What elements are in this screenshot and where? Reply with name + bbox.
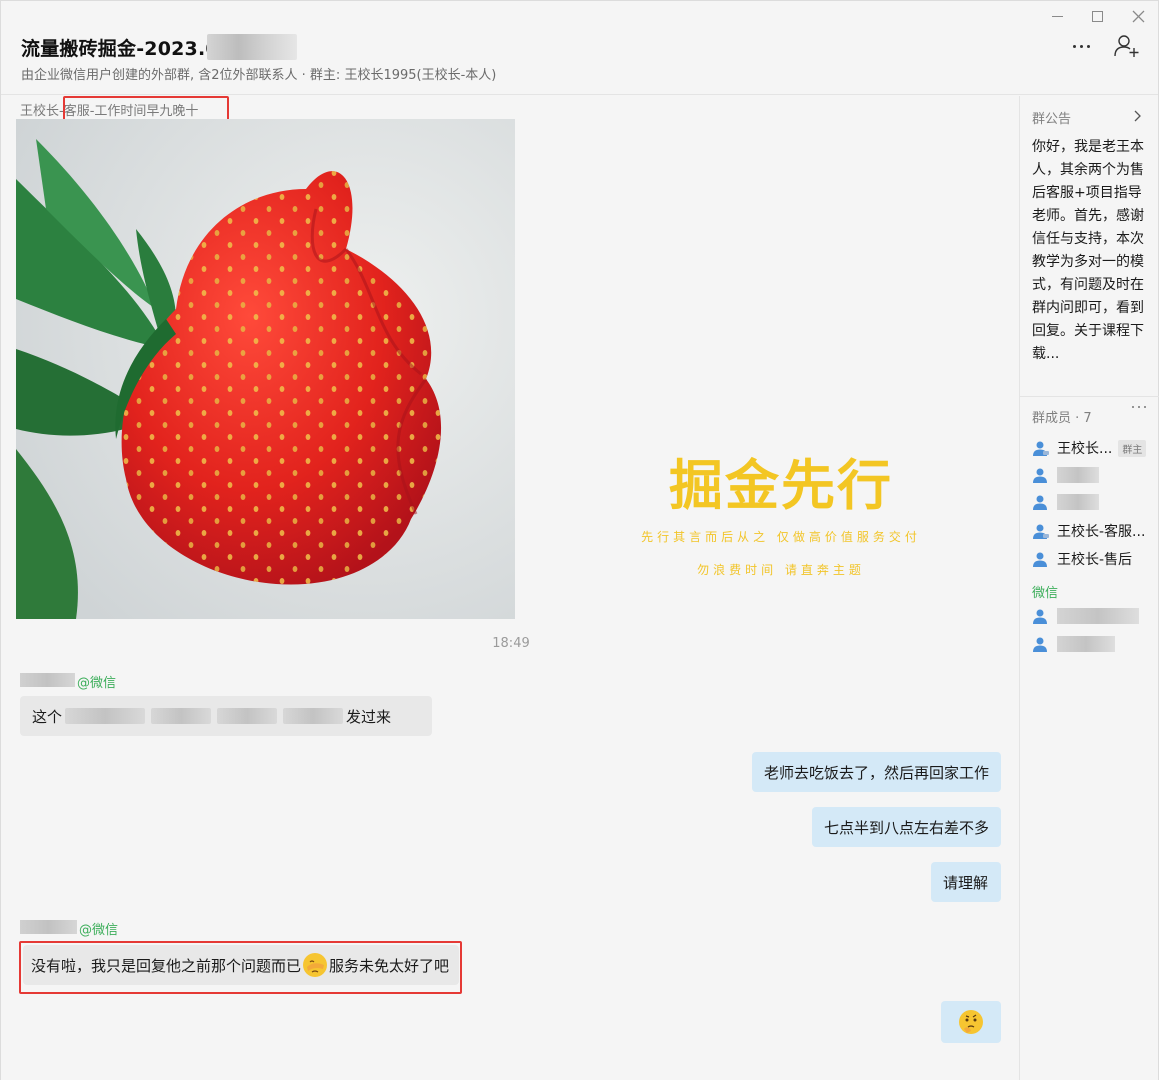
- add-person-icon: [1114, 35, 1139, 57]
- outgoing-message[interactable]: 请理解: [931, 862, 1001, 902]
- member-item[interactable]: 王校长... 群主: [1032, 437, 1156, 459]
- group-notice-text[interactable]: 你好，我是老王本人，其余两个为售后客服+项目指导老师。首先，感谢信任与支持，本次…: [1032, 136, 1144, 366]
- members-more-button[interactable]: [1130, 406, 1148, 408]
- close-button[interactable]: [1119, 5, 1157, 27]
- redacted-member-name: [1057, 608, 1139, 624]
- minimize-icon: [1051, 15, 1063, 17]
- thinking-emoji-icon: [959, 1010, 983, 1034]
- wechat-members-label: 微信: [1032, 586, 1059, 601]
- redacted-sender-name: [20, 920, 77, 934]
- redacted-text: [151, 708, 212, 724]
- chat-subtitle: 由企业微信用户创建的外部群, 含2位外部联系人 · 群主: 王校长1995(王校…: [21, 68, 497, 83]
- message-list[interactable]: 王校长-客服-工作时间早九晚十 掘金先行 先行其言而后从之 仅做高价值服务交付 …: [1, 96, 1019, 1080]
- person-admin-icon: [1033, 524, 1049, 539]
- annotation-box: [19, 941, 462, 994]
- member-item[interactable]: [1032, 464, 1156, 486]
- redacted-member-name: [1057, 636, 1115, 652]
- watermark-note: 勿浪费时间 请直奔主题: [697, 563, 865, 577]
- member-item[interactable]: [1032, 605, 1156, 627]
- divider: [1020, 396, 1159, 397]
- chat-header: 流量搬砖掘金-2023.0 由企业微信用户创建的外部群, 含2位外部联系人 · …: [1, 1, 1158, 95]
- person-icon: [1033, 495, 1047, 510]
- person-icon: [1033, 552, 1047, 567]
- add-member-button[interactable]: [1113, 33, 1141, 59]
- redacted-text: [283, 708, 344, 724]
- maximize-icon: [1091, 10, 1103, 22]
- person-admin-icon: [1033, 441, 1049, 456]
- member-item[interactable]: [1032, 491, 1156, 513]
- person-icon: [1033, 468, 1047, 483]
- redacted-sender-name: [20, 673, 75, 687]
- message-sender-source: @微信: [79, 923, 119, 938]
- outgoing-message[interactable]: 七点半到八点左右差不多: [812, 807, 1001, 847]
- watermark: 掘金先行 先行其言而后从之 仅做高价值服务交付 勿浪费时间 请直奔主题: [611, 441, 951, 578]
- redacted-text: [217, 708, 278, 724]
- chat-window: 流量搬砖掘金-2023.0 由企业微信用户创建的外部群, 含2位外部联系人 · …: [0, 0, 1159, 1080]
- person-icon: [1033, 609, 1047, 624]
- outgoing-message[interactable]: 老师去吃饭去了，然后再回家工作: [752, 752, 1001, 792]
- watermark-title: 掘金先行: [669, 453, 893, 517]
- more-icon: [1071, 44, 1092, 48]
- chevron-right-icon[interactable]: [1134, 110, 1142, 122]
- group-members-title: 群成员 · 7: [1032, 411, 1092, 426]
- image-message[interactable]: [16, 119, 515, 619]
- minimize-button[interactable]: [1038, 5, 1076, 27]
- close-icon: [1132, 10, 1144, 22]
- strawberry-thumbs-up-image: [16, 119, 515, 619]
- owner-badge: 群主: [1118, 439, 1147, 457]
- watermark-slogan: 先行其言而后从之 仅做高价值服务交付: [641, 530, 921, 544]
- member-item[interactable]: [1032, 633, 1156, 655]
- message-timestamp: 18:49: [492, 636, 530, 651]
- redacted-member-name: [1057, 467, 1099, 483]
- maximize-button[interactable]: [1078, 5, 1116, 27]
- person-icon: [1033, 637, 1047, 652]
- chat-title: 流量搬砖掘金-2023.0: [21, 38, 219, 60]
- group-info-panel: 群公告 你好，我是老王本人，其余两个为售后客服+项目指导老师。首先，感谢信任与支…: [1019, 96, 1159, 1080]
- outgoing-emoji-message[interactable]: [941, 1001, 1001, 1043]
- redacted-text: [65, 708, 146, 724]
- redacted-member-name: [1057, 494, 1099, 510]
- member-item[interactable]: 王校长-客服...: [1032, 520, 1156, 542]
- redacted-title-suffix: [207, 34, 297, 60]
- member-item[interactable]: 王校长-售后: [1032, 548, 1156, 570]
- group-notice-title: 群公告: [1032, 112, 1072, 127]
- more-icon: [1130, 406, 1148, 408]
- more-options-button[interactable]: [1066, 35, 1096, 57]
- incoming-message[interactable]: 这个 发过来: [20, 696, 432, 736]
- message-sender-source: @微信: [77, 676, 117, 691]
